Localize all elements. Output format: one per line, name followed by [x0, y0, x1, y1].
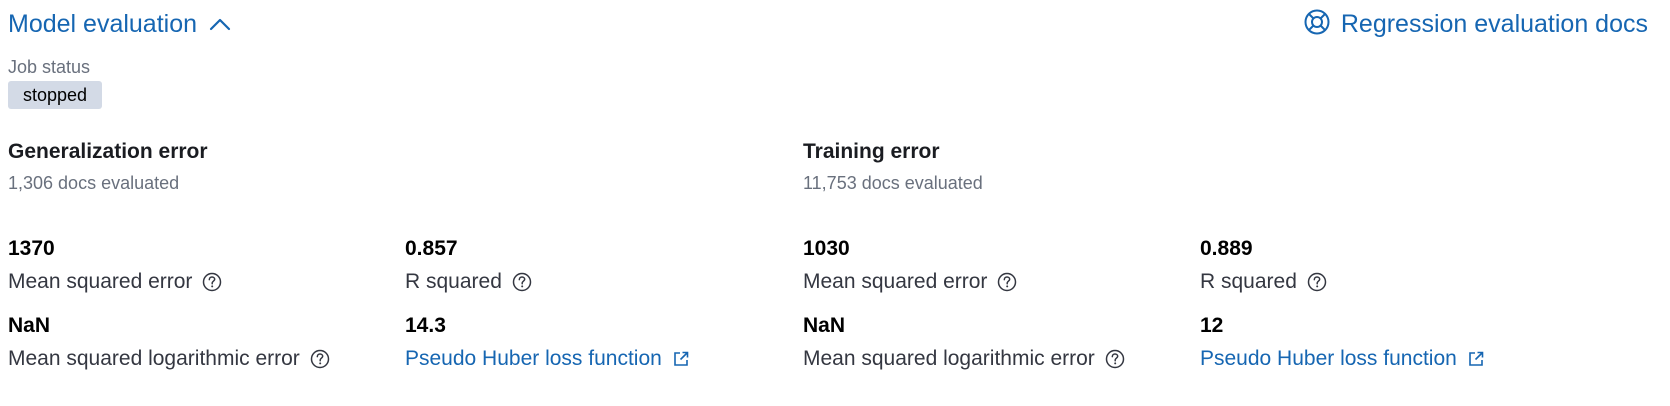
- question-icon[interactable]: [512, 272, 532, 292]
- metric-value: NaN: [8, 314, 51, 337]
- question-icon[interactable]: [202, 272, 222, 292]
- regression-evaluation-docs-link[interactable]: Regression evaluation docs: [1303, 6, 1648, 42]
- metric-mean-squared-error: 1370 Mean squared error: [8, 236, 222, 296]
- docs-evaluated-count: 11,753 docs evaluated: [803, 173, 983, 193]
- metric-label: R squared: [405, 270, 502, 293]
- metric-label: Mean squared error: [8, 270, 193, 293]
- metric-label: R squared: [1200, 270, 1297, 293]
- metric-label: Pseudo Huber loss function: [405, 347, 662, 370]
- metric-pseudo-huber-loss: 14.3 Pseudo Huber loss function: [405, 313, 690, 373]
- metric-value: 14.3: [405, 314, 446, 337]
- metric-r-squared: 0.857 R squared: [405, 236, 532, 296]
- metric-value: 1030: [803, 237, 850, 260]
- question-icon[interactable]: [1105, 349, 1125, 369]
- metric-value: 12: [1200, 314, 1224, 337]
- lifebuoy-icon: [1303, 8, 1331, 41]
- question-icon[interactable]: [1307, 272, 1327, 292]
- job-status-label: Job status: [8, 57, 91, 77]
- pseudo-huber-loss-link[interactable]: Pseudo Huber loss function: [1200, 345, 1485, 373]
- metric-mean-squared-logarithmic-error: NaN Mean squared logarithmic error: [803, 313, 1125, 373]
- metric-value: 0.857: [405, 237, 458, 260]
- metric-pseudo-huber-loss: 12 Pseudo Huber loss function: [1200, 313, 1485, 373]
- model-evaluation-toggle[interactable]: Model evaluation: [8, 6, 231, 42]
- panel-title: Model evaluation: [8, 10, 198, 38]
- metric-label: Mean squared logarithmic error: [8, 347, 300, 370]
- question-icon[interactable]: [310, 349, 330, 369]
- external-link-icon: [1467, 350, 1485, 368]
- question-icon[interactable]: [997, 272, 1017, 292]
- chevron-up-icon: [209, 17, 231, 31]
- section-title: Training error: [803, 140, 940, 163]
- generalization-error-section: Generalization error 1,306 docs evaluate…: [8, 139, 208, 195]
- training-error-section: Training error 11,753 docs evaluated: [803, 139, 983, 195]
- metric-label: Pseudo Huber loss function: [1200, 347, 1457, 370]
- pseudo-huber-loss-link[interactable]: Pseudo Huber loss function: [405, 345, 690, 373]
- external-link-icon: [672, 350, 690, 368]
- metric-value: 0.889: [1200, 237, 1253, 260]
- metric-label: Mean squared logarithmic error: [803, 347, 1095, 370]
- metric-value: NaN: [803, 314, 846, 337]
- docs-link-label: Regression evaluation docs: [1340, 10, 1648, 38]
- status-badge: stopped: [8, 81, 103, 109]
- metric-value: 1370: [8, 237, 55, 260]
- metric-label: Mean squared error: [803, 270, 988, 293]
- metric-mean-squared-logarithmic-error: NaN Mean squared logarithmic error: [8, 313, 330, 373]
- metric-mean-squared-error: 1030 Mean squared error: [803, 236, 1017, 296]
- docs-evaluated-count: 1,306 docs evaluated: [8, 173, 180, 193]
- section-title: Generalization error: [8, 140, 208, 163]
- metric-r-squared: 0.889 R squared: [1200, 236, 1327, 296]
